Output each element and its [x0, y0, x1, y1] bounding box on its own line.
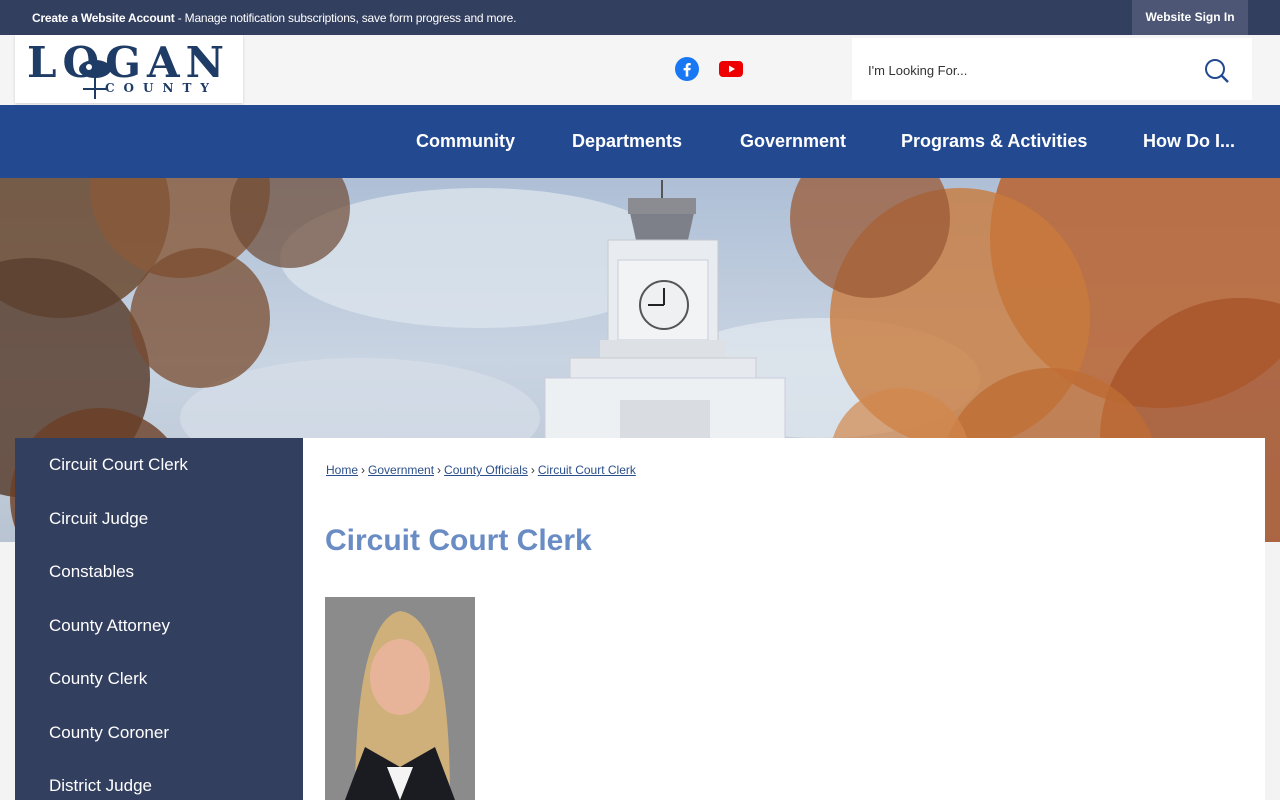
breadcrumb-circuit-court-clerk[interactable]: Circuit Court Clerk — [538, 463, 636, 477]
facebook-link[interactable] — [675, 57, 699, 86]
sidebar-item-county-coroner[interactable]: County Coroner — [49, 723, 169, 743]
create-account-link[interactable]: Create a Website Account — [32, 11, 175, 25]
youtube-icon — [719, 61, 743, 77]
nav-how-do-i[interactable]: How Do I... — [1143, 105, 1235, 178]
breadcrumb-county-officials[interactable]: County Officials — [444, 463, 528, 477]
search-icon — [1205, 59, 1229, 83]
portrait-illustration — [325, 597, 475, 800]
nav-departments[interactable]: Departments — [572, 105, 682, 178]
nav-community[interactable]: Community — [416, 105, 515, 178]
sidebar-navigation: Circuit Court Clerk Circuit Judge Consta… — [15, 438, 303, 800]
search-button[interactable] — [1204, 58, 1230, 89]
search-box — [852, 38, 1252, 100]
facebook-icon — [675, 57, 699, 81]
sidebar-item-district-judge[interactable]: District Judge — [49, 776, 152, 796]
sidebar-item-circuit-judge[interactable]: Circuit Judge — [49, 509, 148, 529]
create-account-description: - Manage notification subscriptions, sav… — [174, 11, 517, 25]
page-title: Circuit Court Clerk — [325, 524, 592, 557]
main-content: Home › Government › County Officials › Circuit… — [303, 438, 1265, 800]
breadcrumb-home[interactable]: Home — [326, 463, 358, 477]
youtube-link[interactable] — [719, 57, 743, 86]
search-input[interactable] — [868, 60, 1188, 80]
official-portrait-photo — [325, 597, 475, 800]
sidebar-item-circuit-court-clerk[interactable]: Circuit Court Clerk — [49, 455, 188, 475]
main-navigation: Community Departments Government Program… — [0, 105, 1280, 178]
website-sign-in-button[interactable]: Website Sign In — [1132, 0, 1248, 35]
nav-programs-activities[interactable]: Programs & Activities — [901, 105, 1087, 178]
logan-county-logo[interactable]: LOGAN COUNTY — [15, 35, 243, 103]
nav-government[interactable]: Government — [740, 105, 846, 178]
create-account-notice[interactable]: Create a Website Account - Manage notifi… — [32, 11, 516, 25]
utility-bar: Create a Website Account - Manage notifi… — [0, 0, 1280, 35]
logo-wordmark: LOGAN — [27, 38, 230, 87]
breadcrumb-government[interactable]: Government — [368, 463, 434, 477]
breadcrumb: Home › Government › County Officials › Circuit… — [326, 463, 636, 477]
sidebar-item-constables[interactable]: Constables — [49, 562, 134, 582]
sidebar-item-county-attorney[interactable]: County Attorney — [49, 616, 170, 636]
weathervane-icon — [79, 60, 111, 99]
site-header: LOGAN COUNTY — [0, 35, 1280, 105]
sidebar-item-county-clerk[interactable]: County Clerk — [49, 669, 147, 689]
